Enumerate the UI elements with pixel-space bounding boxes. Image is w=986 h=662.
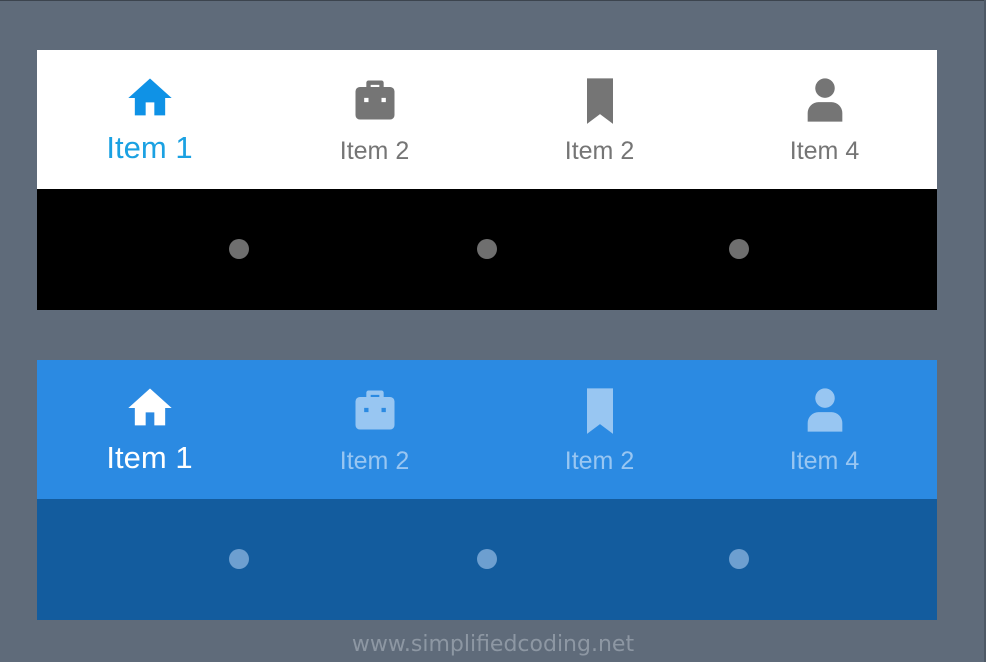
nav-dot: [229, 549, 249, 569]
bookmark-icon: [574, 384, 626, 436]
nav-dot: [477, 239, 497, 259]
nav-item-label: Item 2: [339, 447, 410, 475]
top-border: [0, 0, 986, 1]
bottom-navigation-blue-demo: Item 1 Item 2 Item 2 Item 4: [37, 360, 937, 620]
nav-item-4[interactable]: Item 4: [712, 50, 937, 189]
nav-item-4[interactable]: Item 4: [712, 360, 937, 499]
home-icon: [124, 382, 176, 434]
nav-item-3[interactable]: Item 2: [487, 360, 712, 499]
nav-item-label: Item 4: [789, 137, 860, 165]
nav-item-label: Item 2: [339, 137, 410, 165]
bottom-navigation-light-demo: Item 1 Item 2 Item 2 Item 4: [37, 50, 937, 310]
watermark-text: www.simplifiedcoding.net: [351, 632, 635, 657]
nav-item-label: Item 4: [789, 447, 860, 475]
nav-item-label: Item 2: [564, 137, 635, 165]
nav-item-label: Item 2: [564, 447, 635, 475]
nav-dot: [729, 549, 749, 569]
person-icon: [799, 74, 851, 126]
nav-item-2[interactable]: Item 2: [262, 360, 487, 499]
briefcase-icon: [349, 384, 401, 436]
bottom-navigation-bar: Item 1 Item 2 Item 2 Item 4: [37, 360, 937, 499]
home-icon: [124, 72, 176, 124]
nav-dot: [477, 549, 497, 569]
nav-dot: [229, 239, 249, 259]
nav-item-1[interactable]: Item 1: [37, 360, 262, 499]
system-navigation-strip: [37, 189, 937, 310]
person-icon: [799, 384, 851, 436]
system-navigation-strip: [37, 499, 937, 620]
briefcase-icon: [349, 74, 401, 126]
bookmark-icon: [574, 74, 626, 126]
nav-item-label: Item 1: [106, 130, 193, 165]
nav-item-1[interactable]: Item 1: [37, 50, 262, 189]
nav-dot: [729, 239, 749, 259]
nav-item-label: Item 1: [106, 440, 193, 475]
nav-item-3[interactable]: Item 2: [487, 50, 712, 189]
nav-item-2[interactable]: Item 2: [262, 50, 487, 189]
bottom-navigation-bar: Item 1 Item 2 Item 2 Item 4: [37, 50, 937, 189]
